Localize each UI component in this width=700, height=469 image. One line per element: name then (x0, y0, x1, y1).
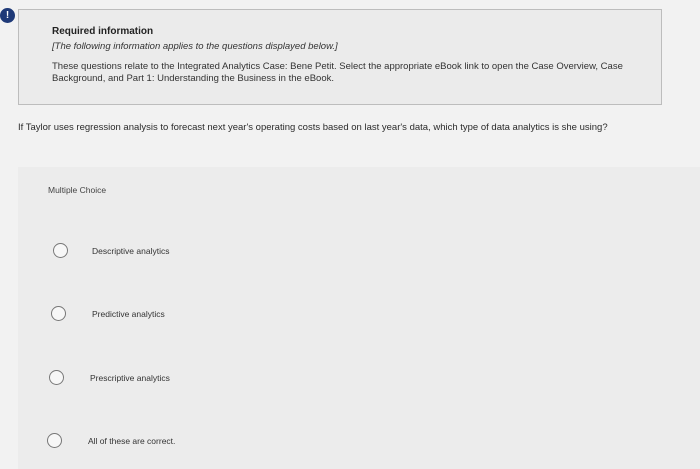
exclamation-circle-icon: ! (0, 8, 15, 23)
required-information-body: These questions relate to the Integrated… (52, 61, 623, 84)
choice-label[interactable]: All of these are correct. (88, 436, 175, 446)
multiple-choice-panel: Multiple Choice Descriptive analytics Pr… (18, 167, 700, 469)
choice-option-descriptive[interactable]: Descriptive analytics (53, 243, 169, 258)
multiple-choice-header: Multiple Choice (48, 185, 107, 195)
radio-button[interactable] (51, 306, 66, 321)
choice-label[interactable]: Prescriptive analytics (90, 373, 170, 383)
choice-option-prescriptive[interactable]: Prescriptive analytics (49, 370, 170, 385)
choice-label[interactable]: Predictive analytics (92, 309, 165, 319)
radio-button[interactable] (53, 243, 68, 258)
required-information-title: Required information (52, 26, 154, 37)
choice-option-all-correct[interactable]: All of these are correct. (47, 433, 175, 448)
question-text: If Taylor uses regression analysis to fo… (18, 122, 608, 133)
required-information-box: Required information [The following info… (18, 9, 662, 105)
required-information-subtitle: [The following information applies to th… (52, 41, 338, 52)
choice-label[interactable]: Descriptive analytics (92, 246, 169, 256)
radio-button[interactable] (47, 433, 62, 448)
radio-button[interactable] (49, 370, 64, 385)
choice-option-predictive[interactable]: Predictive analytics (51, 306, 165, 321)
